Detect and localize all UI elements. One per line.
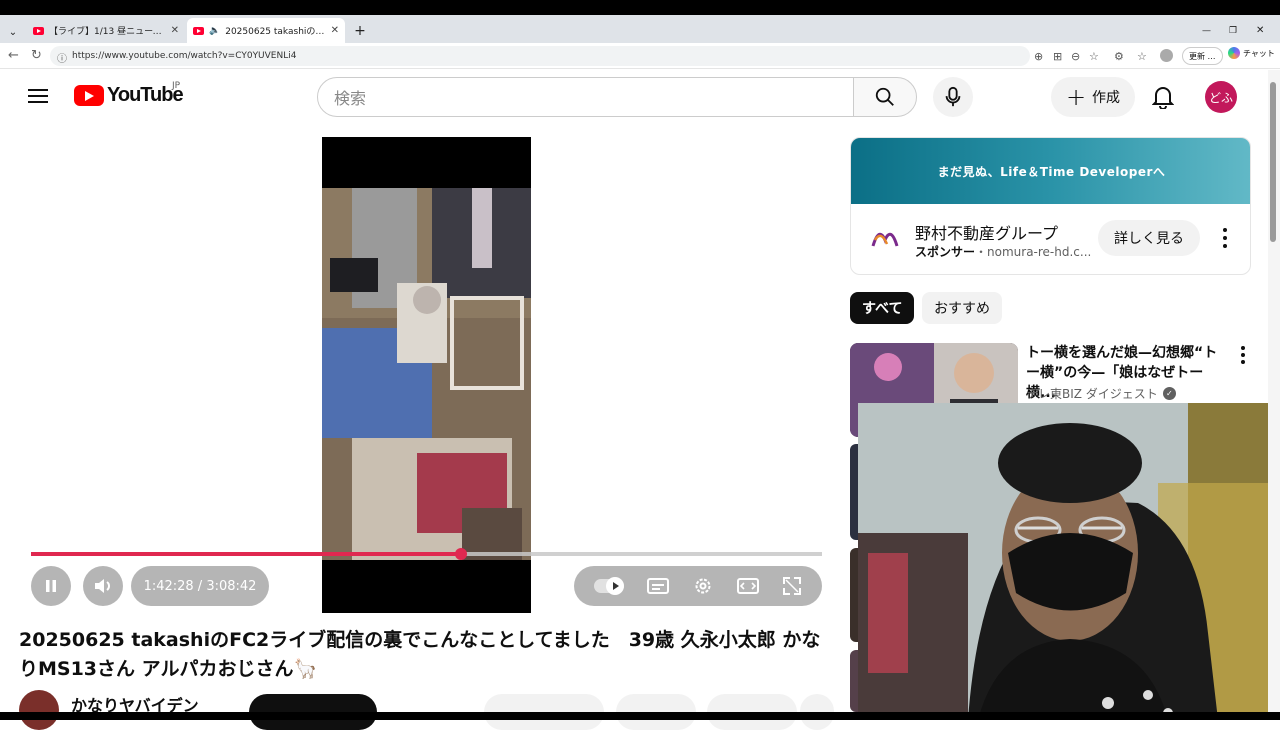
address-bar[interactable]: ⓘ https://www.youtube.com/watch?v=CY0YUV… xyxy=(50,46,1030,66)
site-info-icon[interactable]: ⓘ xyxy=(57,50,67,65)
ad-banner[interactable]: まだ見ぬ、Life＆Time Developerへ xyxy=(851,138,1250,204)
pause-button[interactable] xyxy=(31,566,71,606)
copilot-chat-button[interactable]: チャット xyxy=(1228,47,1275,59)
scrollbar-thumb[interactable] xyxy=(1270,82,1276,242)
back-arrow-icon[interactable]: ← xyxy=(8,48,19,63)
menu-hamburger-icon[interactable] xyxy=(28,86,48,104)
ad-more-options-icon[interactable] xyxy=(1218,226,1232,250)
zoom-icon[interactable]: ⊖ xyxy=(1071,50,1080,63)
bell-icon xyxy=(1152,87,1174,109)
favorite-star-icon[interactable]: ☆ xyxy=(1089,50,1099,63)
copilot-icon xyxy=(1228,47,1240,59)
youtube-favicon-icon xyxy=(33,26,44,35)
sponsor-label: スポンサー xyxy=(915,245,976,259)
chip-all[interactable]: すべて xyxy=(850,292,915,324)
video-title: 20250625 takashiのFC2ライブ配信の裏でこんなことしてました 3… xyxy=(19,629,821,680)
ad-sponsor-line: スポンサー・nomura-re-hd.c... xyxy=(915,243,1091,260)
ad-title[interactable]: 野村不動産グループ xyxy=(915,220,1058,244)
chevron-down-icon: ⌄ xyxy=(8,27,18,38)
settings-gear-icon[interactable] xyxy=(693,576,713,596)
volume-icon xyxy=(95,579,110,593)
create-label: 作成 xyxy=(1092,90,1121,106)
url-text: https://www.youtube.com/watch?v=CY0YUVEN… xyxy=(72,51,297,61)
reader-icon[interactable]: ⊞ xyxy=(1053,50,1062,63)
progress-scrubber[interactable] xyxy=(454,548,467,560)
account-avatar[interactable]: どふ xyxy=(1205,81,1237,113)
close-icon: ✕ xyxy=(1256,25,1265,36)
pause-icon xyxy=(46,580,56,592)
notifications-button[interactable] xyxy=(1143,77,1183,117)
search-input[interactable]: 検索 xyxy=(317,77,854,117)
youtube-play-logo-icon xyxy=(74,85,104,106)
browser-tab-strip: ⌄ 【ライブ】1/13 昼ニュースまとめ 最新情報 ✕ 🔈 20250625 t… xyxy=(0,15,1280,43)
chip-recommended[interactable]: おすすめ xyxy=(922,292,1002,324)
new-tab-button[interactable]: + xyxy=(350,18,370,43)
webcam-image xyxy=(858,403,1280,720)
tab-actions-button[interactable]: ⌄ xyxy=(2,20,24,45)
plus-icon: + xyxy=(1065,83,1087,111)
create-button[interactable]: + 作成 xyxy=(1051,77,1135,117)
sponsored-ad-card[interactable]: まだ見ぬ、Life＆Time Developerへ 野村不動産グループ スポンサ… xyxy=(850,137,1251,275)
minimize-icon: — xyxy=(1202,25,1211,36)
fullscreen-icon[interactable] xyxy=(782,576,802,596)
sponsor-domain: ・nomura-re-hd.c... xyxy=(975,245,1092,259)
webcam-overlay xyxy=(858,403,1280,720)
plus-icon: + xyxy=(354,22,366,39)
recommendation-channel-name: テレ東BIZ ダイジェスト xyxy=(1026,387,1158,401)
extensions-icon[interactable]: ⚙ xyxy=(1114,50,1124,63)
verified-badge-icon: ✓ xyxy=(1162,387,1176,400)
volume-button[interactable] xyxy=(83,566,123,606)
browser-toolbar: ← ↻ ⓘ https://www.youtube.com/watch?v=CY… xyxy=(0,43,1280,69)
channel-avatar[interactable] xyxy=(19,690,59,730)
close-window-button[interactable]: ✕ xyxy=(1250,18,1270,43)
player-right-controls xyxy=(574,566,822,606)
search-button[interactable] xyxy=(853,77,917,117)
tab-news[interactable]: 【ライブ】1/13 昼ニュースまとめ 最新情報 ✕ xyxy=(27,18,185,43)
region-code: JP xyxy=(172,81,181,91)
recommendation-more-icon[interactable] xyxy=(1236,346,1250,364)
screen-bottom-bar xyxy=(0,712,1280,720)
tab-label: 【ライブ】1/13 昼ニュースまとめ 最新情報 xyxy=(49,27,166,37)
subtitles-icon[interactable] xyxy=(647,578,670,594)
speaker-icon: 🔈 xyxy=(209,25,221,36)
tab-current-video[interactable]: 🔈 20250625 takashiのFC2ライブ配 ✕ xyxy=(187,18,345,43)
nomura-logo-icon xyxy=(871,232,899,247)
search-placeholder: 検索 xyxy=(334,89,367,108)
microphone-icon xyxy=(945,86,961,107)
progress-bar-played xyxy=(31,552,461,556)
youtube-favicon-icon xyxy=(193,26,204,35)
reload-icon[interactable]: ↻ xyxy=(31,48,42,63)
video-frame-image xyxy=(322,188,531,560)
update-label: 更新 … xyxy=(1189,51,1216,61)
search-icon xyxy=(875,87,894,106)
ad-advertiser-logo xyxy=(869,222,901,254)
update-button[interactable]: 更新 … xyxy=(1182,47,1223,65)
profile-icon[interactable] xyxy=(1160,49,1173,62)
tab-label: 20250625 takashiのFC2ライブ配 xyxy=(225,27,325,37)
ad-learn-more-button[interactable]: 詳しく見る xyxy=(1098,220,1200,256)
screen-top-bar xyxy=(0,0,1280,15)
maximize-button[interactable]: ❐ xyxy=(1223,18,1243,43)
minimize-button[interactable]: — xyxy=(1196,18,1217,43)
youtube-logo[interactable]: YouTube xyxy=(74,84,184,107)
favorites-icon[interactable]: ☆ xyxy=(1137,50,1147,63)
time-display: 1:42:28 / 3:08:42 xyxy=(131,566,269,606)
autoplay-toggle[interactable] xyxy=(593,577,624,595)
theater-mode-icon[interactable] xyxy=(736,578,759,594)
tab-close-icon[interactable]: ✕ xyxy=(171,25,179,36)
video-frame[interactable] xyxy=(322,188,531,560)
restore-icon: ❐ xyxy=(1229,25,1238,36)
tab-close-icon[interactable]: ✕ xyxy=(331,25,339,36)
voice-search-button[interactable] xyxy=(933,77,973,117)
recommendation-channel[interactable]: テレ東BIZ ダイジェスト ✓ xyxy=(1026,385,1176,402)
chat-label: チャット xyxy=(1243,48,1275,58)
translate-icon[interactable]: ⊕ xyxy=(1034,50,1043,63)
